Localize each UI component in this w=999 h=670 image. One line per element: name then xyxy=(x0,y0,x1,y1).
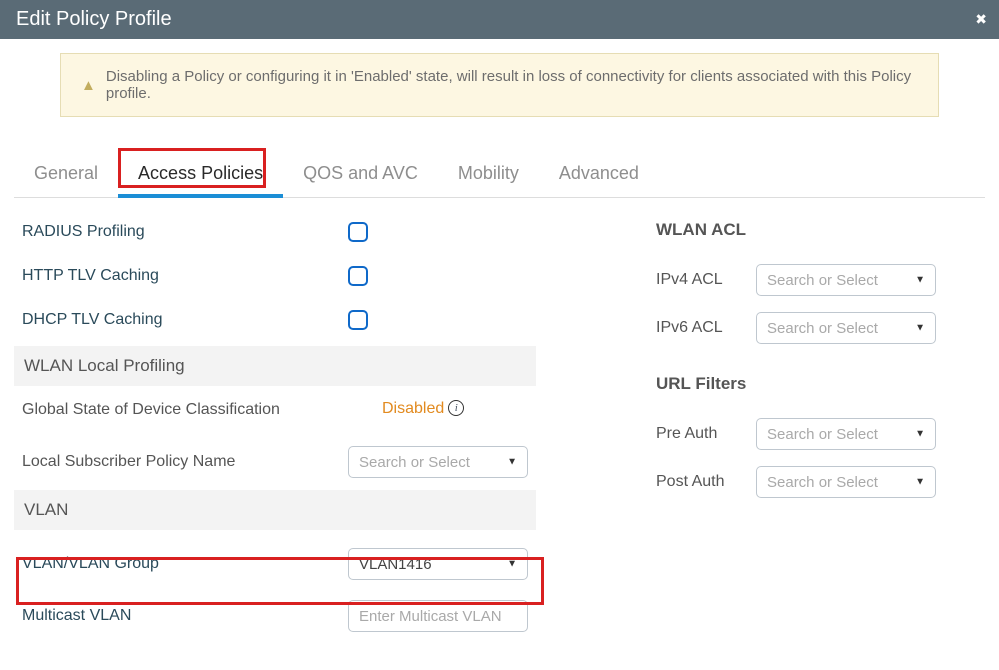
warning-text: Disabling a Policy or configuring it in … xyxy=(106,68,918,102)
warning-banner: ▲ Disabling a Policy or configuring it i… xyxy=(60,53,939,117)
label-radius-profiling: RADIUS Profiling xyxy=(22,223,348,241)
select-vlan-group[interactable]: VLAN1416 ▼ xyxy=(348,548,528,580)
input-multicast-vlan-placeholder: Enter Multicast VLAN xyxy=(359,608,502,625)
select-placeholder: Search or Select xyxy=(767,320,878,337)
chevron-down-icon: ▼ xyxy=(507,559,517,570)
select-local-subscriber-policy[interactable]: Search or Select ▼ xyxy=(348,446,528,478)
select-placeholder: Search or Select xyxy=(767,426,878,443)
select-post-auth[interactable]: Search or Select ▼ xyxy=(756,466,936,498)
chevron-down-icon: ▼ xyxy=(915,477,925,488)
warning-icon: ▲ xyxy=(81,77,96,94)
section-wlan-local-profiling: WLAN Local Profiling xyxy=(14,346,536,386)
section-vlan: VLAN xyxy=(14,490,536,530)
chevron-down-icon: ▼ xyxy=(915,323,925,334)
checkbox-radius-profiling[interactable] xyxy=(348,222,368,242)
tab-bar: General Access Policies QOS and AVC Mobi… xyxy=(14,157,985,198)
modal-title: Edit Policy Profile xyxy=(16,8,172,31)
select-placeholder: Search or Select xyxy=(359,454,470,471)
label-post-auth: Post Auth xyxy=(656,473,756,491)
tab-mobility[interactable]: Mobility xyxy=(438,157,539,197)
section-wlan-acl: WLAN ACL xyxy=(656,210,985,256)
label-multicast-vlan: Multicast VLAN xyxy=(22,607,348,625)
info-icon[interactable]: i xyxy=(448,400,464,416)
label-dhcp-tlv-caching: DHCP TLV Caching xyxy=(22,311,348,329)
label-ipv4-acl: IPv4 ACL xyxy=(656,271,756,289)
select-pre-auth[interactable]: Search or Select ▼ xyxy=(756,418,936,450)
checkbox-dhcp-tlv-caching[interactable] xyxy=(348,310,368,330)
label-local-subscriber-policy: Local Subscriber Policy Name xyxy=(22,453,348,471)
chevron-down-icon: ▼ xyxy=(507,457,517,468)
tab-qos-avc[interactable]: QOS and AVC xyxy=(283,157,438,197)
label-vlan-group: VLAN/VLAN Group xyxy=(22,555,348,573)
global-state-value: Disabled xyxy=(382,400,444,418)
tab-general[interactable]: General xyxy=(14,157,118,197)
select-placeholder: Search or Select xyxy=(767,272,878,289)
select-ipv6-acl[interactable]: Search or Select ▼ xyxy=(756,312,936,344)
label-global-state-device-classification: Global State of Device Classification xyxy=(22,400,382,420)
close-icon[interactable]: ✖ xyxy=(975,11,987,28)
select-placeholder: Search or Select xyxy=(767,474,878,491)
label-pre-auth: Pre Auth xyxy=(656,425,756,443)
label-http-tlv-caching: HTTP TLV Caching xyxy=(22,267,348,285)
input-multicast-vlan[interactable]: Enter Multicast VLAN xyxy=(348,600,528,632)
modal-header: Edit Policy Profile ✖ xyxy=(0,0,999,39)
tab-advanced[interactable]: Advanced xyxy=(539,157,659,197)
checkbox-http-tlv-caching[interactable] xyxy=(348,266,368,286)
tab-access-policies[interactable]: Access Policies xyxy=(118,157,283,198)
label-ipv6-acl: IPv6 ACL xyxy=(656,319,756,337)
chevron-down-icon: ▼ xyxy=(915,275,925,286)
select-vlan-group-value: VLAN1416 xyxy=(359,556,432,573)
chevron-down-icon: ▼ xyxy=(915,429,925,440)
select-ipv4-acl[interactable]: Search or Select ▼ xyxy=(756,264,936,296)
section-url-filters: URL Filters xyxy=(656,352,985,410)
